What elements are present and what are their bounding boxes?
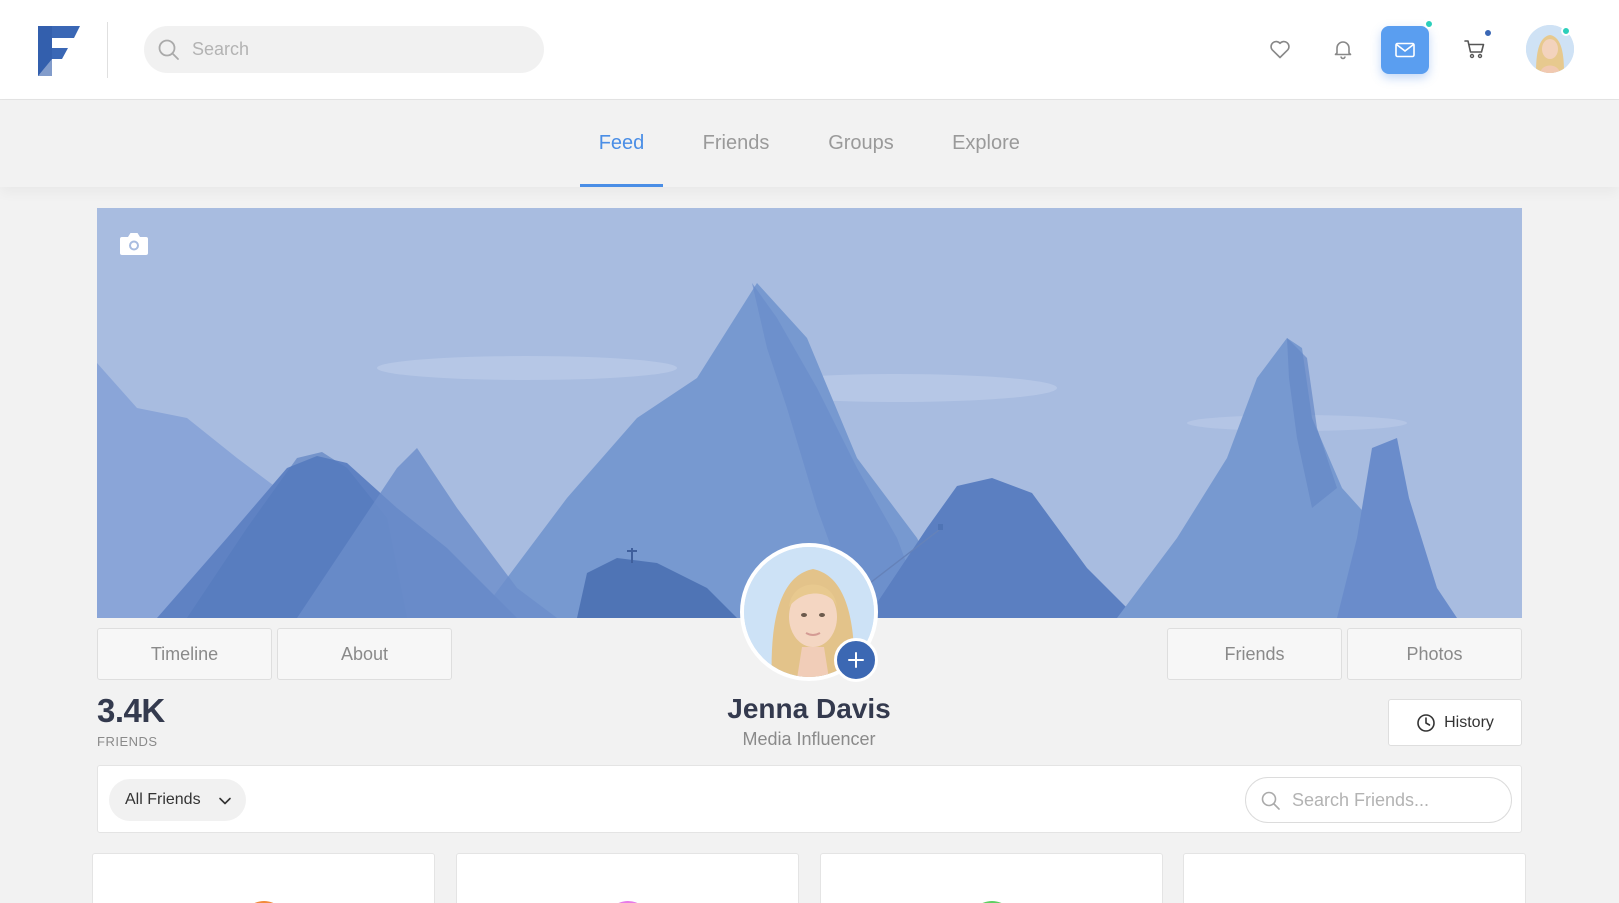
add-photo-button[interactable]	[834, 638, 878, 682]
clock-icon	[1417, 713, 1435, 732]
heart-icon	[1270, 40, 1290, 59]
search-icon	[1261, 791, 1280, 810]
messages-notification-dot	[1424, 19, 1434, 29]
friends-count-label: FRIENDS	[97, 734, 158, 749]
friends-search[interactable]	[1245, 777, 1512, 823]
bell-icon	[1334, 41, 1352, 60]
friends-filter-bar: All Friends	[97, 765, 1522, 833]
friends-search-input[interactable]	[1292, 778, 1502, 822]
tab-groups[interactable]: Groups	[821, 100, 901, 187]
friends-count: 3.4K	[97, 692, 165, 729]
friend-card[interactable]	[92, 853, 435, 903]
friends-button[interactable]: Friends	[1167, 628, 1342, 680]
main-tabs: Feed Friends Groups Explore	[0, 100, 1619, 187]
tab-explore[interactable]: Explore	[944, 100, 1028, 187]
history-label: History	[1444, 713, 1494, 731]
tab-friends[interactable]: Friends	[695, 100, 777, 187]
messages-button[interactable]	[1381, 26, 1429, 74]
cart-icon	[1464, 40, 1485, 59]
change-cover-camera-icon[interactable]	[119, 230, 149, 256]
about-button[interactable]: About	[277, 628, 452, 680]
logo-divider	[107, 22, 108, 78]
dropdown-value: All Friends	[125, 791, 201, 808]
cart-notification-dot	[1483, 28, 1493, 38]
chevron-down-icon	[219, 797, 231, 805]
plus-icon	[848, 652, 864, 668]
friend-card[interactable]	[820, 853, 1163, 903]
tab-feed[interactable]: Feed	[580, 100, 663, 187]
logo-icon[interactable]	[38, 26, 80, 76]
timeline-button[interactable]: Timeline	[97, 628, 272, 680]
friend-card[interactable]	[1183, 853, 1526, 903]
global-search[interactable]	[144, 26, 544, 73]
photos-button[interactable]: Photos	[1347, 628, 1522, 680]
profile-name: Jenna Davis	[727, 693, 891, 724]
friends-filter-dropdown[interactable]: All Friends	[109, 779, 246, 821]
search-icon	[158, 39, 179, 60]
history-button[interactable]: History	[1388, 699, 1522, 746]
online-status-dot	[1561, 26, 1571, 36]
top-navbar	[0, 0, 1619, 100]
mail-icon	[1395, 42, 1415, 58]
search-input[interactable]	[192, 26, 532, 73]
profile-role: Media Influencer	[742, 729, 876, 749]
favorites-button[interactable]	[1257, 26, 1303, 72]
notifications-button[interactable]	[1320, 26, 1366, 72]
friend-card[interactable]	[456, 853, 799, 903]
